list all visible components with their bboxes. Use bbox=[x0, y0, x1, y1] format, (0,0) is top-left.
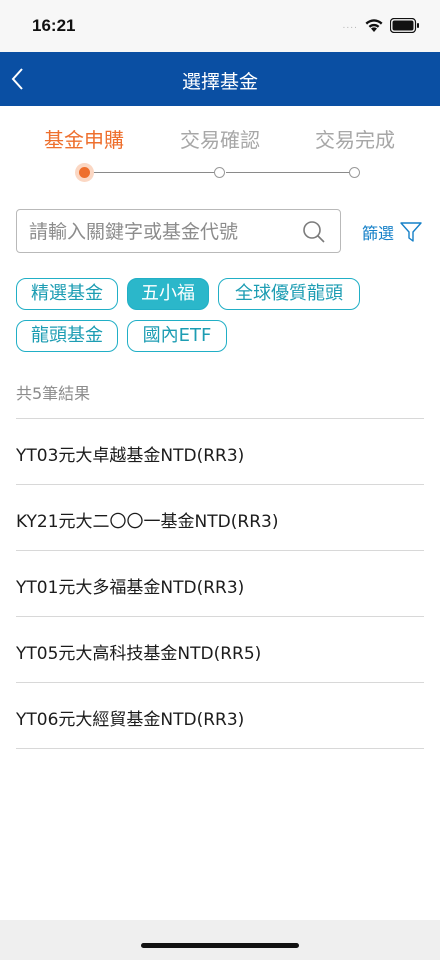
list-item[interactable]: YT03元大卓越基金NTD(RR3) bbox=[16, 419, 424, 485]
list-item[interactable]: KY21元大二〇〇一基金NTD(RR3) bbox=[16, 485, 424, 551]
step-dot bbox=[214, 167, 225, 178]
search-box bbox=[16, 209, 341, 253]
bottom-bar bbox=[0, 920, 440, 960]
home-indicator[interactable] bbox=[141, 943, 299, 948]
step-label-1: 基金申購 bbox=[44, 128, 124, 152]
filter-button[interactable]: 篩選 bbox=[362, 220, 422, 244]
step-connector bbox=[226, 172, 352, 173]
chip-domestic-etf[interactable]: 國內ETF bbox=[127, 320, 227, 352]
step-label-2: 交易確認 bbox=[180, 128, 260, 152]
list-item[interactable]: YT06元大經貿基金NTD(RR3) bbox=[16, 683, 424, 749]
fund-name: KY21元大二〇〇一基金NTD(RR3) bbox=[16, 512, 279, 532]
chip-global-leaders[interactable]: 全球優質龍頭 bbox=[218, 278, 360, 310]
search-icon[interactable] bbox=[302, 220, 326, 244]
step-dot-active bbox=[79, 167, 90, 178]
step-label-3: 交易完成 bbox=[315, 128, 395, 152]
divider bbox=[16, 748, 424, 749]
chip-leader-funds[interactable]: 龍頭基金 bbox=[16, 320, 118, 352]
chip-five-blessings[interactable]: 五小福 bbox=[127, 278, 209, 310]
filter-label: 篩選 bbox=[362, 224, 395, 243]
list-item[interactable]: YT05元大高科技基金NTD(RR5) bbox=[16, 617, 424, 683]
result-count: 共5筆結果 bbox=[16, 384, 91, 403]
search-input[interactable] bbox=[29, 218, 299, 246]
list-item[interactable]: YT01元大多福基金NTD(RR3) bbox=[16, 551, 424, 617]
status-time: 16:21 bbox=[32, 16, 76, 35]
wifi-icon bbox=[365, 19, 383, 32]
fund-name: YT03元大卓越基金NTD(RR3) bbox=[16, 446, 245, 466]
fund-name: YT05元大高科技基金NTD(RR5) bbox=[16, 644, 262, 664]
step-indicator: 基金申購 交易確認 交易完成 bbox=[0, 124, 440, 194]
step-dot bbox=[349, 167, 360, 178]
fund-name: YT01元大多福基金NTD(RR3) bbox=[16, 578, 245, 598]
status-icons: .... bbox=[343, 18, 420, 33]
signal-icon: .... bbox=[342, 20, 358, 31]
fund-name: YT06元大經貿基金NTD(RR3) bbox=[16, 710, 245, 730]
battery-icon bbox=[390, 18, 419, 33]
nav-bar: 選擇基金 bbox=[0, 52, 440, 106]
status-bar: 16:21 .... bbox=[0, 0, 440, 52]
chip-featured-funds[interactable]: 精選基金 bbox=[16, 278, 118, 310]
funnel-icon bbox=[400, 222, 422, 242]
page-title: 選擇基金 bbox=[181, 71, 258, 93]
step-connector bbox=[90, 172, 216, 173]
